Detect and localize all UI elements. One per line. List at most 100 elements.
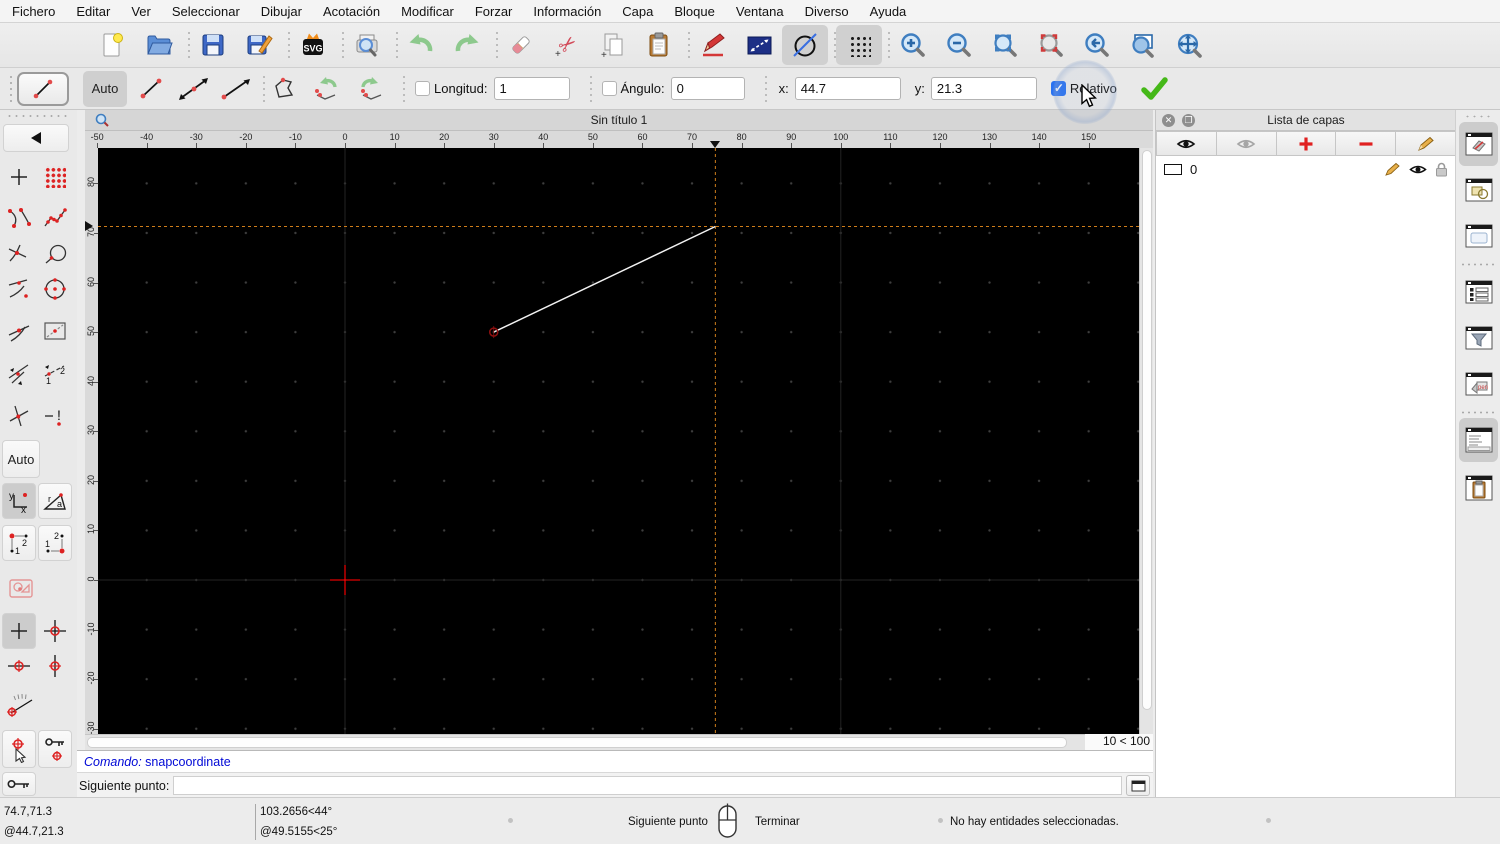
menu-item-diverso[interactable]: Diverso <box>805 4 849 19</box>
zoom-previous-button[interactable] <box>1074 25 1120 65</box>
add-layer-button[interactable] <box>1276 131 1337 156</box>
back-button[interactable] <box>3 124 69 152</box>
line-attributes-button[interactable] <box>736 25 782 65</box>
longitud-input[interactable] <box>493 77 570 100</box>
horizontal-scrollbar[interactable] <box>85 734 1139 750</box>
polyline-redo-button[interactable] <box>349 71 391 107</box>
dock-clipboard-button[interactable] <box>1459 466 1498 510</box>
angulo-checkbox[interactable] <box>601 81 617 96</box>
line-angle-button[interactable] <box>173 71 215 107</box>
snap-restriction-box-button[interactable] <box>38 313 72 348</box>
dock-pen-palette-button[interactable]: pen <box>1459 362 1498 406</box>
print-preview-button[interactable] <box>344 25 390 65</box>
restrict-orthogonal-button[interactable] <box>38 613 72 649</box>
line-auto-button[interactable]: Auto <box>83 70 127 107</box>
remove-layer-button[interactable] <box>1336 131 1397 156</box>
toolbar-handle[interactable] <box>8 73 15 104</box>
paste-button[interactable] <box>636 25 682 65</box>
horizontal-scrollbar-thumb[interactable] <box>87 737 1067 748</box>
drawing-canvas[interactable] <box>98 148 1139 734</box>
menu-item-capa[interactable]: Capa <box>622 4 653 19</box>
document-tab-bar[interactable]: Sin título 1 <box>85 110 1153 131</box>
polygon-tool-button[interactable] <box>265 71 307 107</box>
dock-library-browser-button[interactable] <box>1459 214 1498 258</box>
menu-item-ayuda[interactable]: Ayuda <box>870 4 907 19</box>
corner-first-button[interactable]: 12 <box>2 525 36 561</box>
save-as-button[interactable] <box>236 25 282 65</box>
menu-item-forzar[interactable]: Forzar <box>475 4 513 19</box>
snap-grid-button[interactable] <box>38 160 72 194</box>
set-relative-zero-button[interactable] <box>2 730 36 768</box>
command-input[interactable] <box>173 776 1122 795</box>
dock-filter-button[interactable] <box>1459 316 1498 360</box>
current-tool-line-button[interactable] <box>17 71 69 106</box>
dock-layer-list-button[interactable] <box>1459 122 1498 166</box>
menu-item-modificar[interactable]: Modificar <box>401 4 454 19</box>
restrict-nothing-button[interactable] <box>2 613 36 649</box>
zoom-out-button[interactable] <box>936 25 982 65</box>
corner-second-button[interactable]: 12 <box>38 525 72 561</box>
snap-distance-button[interactable] <box>38 236 72 271</box>
edit-layer-button[interactable] <box>1396 131 1456 156</box>
command-detach-button[interactable] <box>1126 775 1150 796</box>
layer-edit-pencil-icon[interactable] <box>1385 162 1401 176</box>
zoom-auto-button[interactable] <box>982 25 1028 65</box>
y-input[interactable] <box>930 77 1037 100</box>
layer-lock-icon[interactable] <box>1435 162 1448 177</box>
vertical-scrollbar-thumb[interactable] <box>1142 150 1152 710</box>
lock-relative-zero-button[interactable] <box>38 730 72 768</box>
toolbar-handle[interactable] <box>1464 114 1492 119</box>
menu-item-ver[interactable]: Ver <box>131 4 151 19</box>
exclusive-snap-button[interactable]: ! <box>38 398 72 433</box>
snap-center-button[interactable] <box>38 271 72 306</box>
zoom-redraw-button[interactable] <box>1028 25 1074 65</box>
snap-on-entity-button[interactable] <box>38 200 72 235</box>
snap-endpoints-button[interactable] <box>2 200 36 235</box>
x-input[interactable] <box>794 77 901 100</box>
export-svg-button[interactable]: SVG <box>290 25 336 65</box>
line-horizontal-button[interactable] <box>215 71 257 107</box>
hide-all-layers-button[interactable] <box>1216 131 1277 156</box>
menu-item-ventana[interactable]: Ventana <box>736 4 784 19</box>
save-button[interactable] <box>190 25 236 65</box>
longitud-checkbox[interactable] <box>415 81 430 96</box>
undo-button[interactable] <box>398 25 444 65</box>
menu-item-bloque[interactable]: Bloque <box>674 4 714 19</box>
toolbar-handle[interactable] <box>6 113 71 119</box>
polyline-undo-button[interactable] <box>307 71 349 107</box>
snap-angle-button[interactable] <box>2 355 36 390</box>
snap-divide-button[interactable]: 12 <box>38 355 72 390</box>
restrict-vertical-button[interactable] <box>38 649 72 683</box>
new-document-button[interactable] <box>90 25 136 65</box>
open-file-button[interactable] <box>136 25 182 65</box>
restrict-horizontal-button[interactable] <box>2 649 36 683</box>
dock-command-widget-button[interactable] <box>1459 418 1498 462</box>
snap-free-button[interactable] <box>2 160 36 194</box>
ghost-shape-button[interactable] <box>2 568 40 608</box>
show-all-layers-button[interactable] <box>1156 131 1217 156</box>
layer-row[interactable]: 0 <box>1156 158 1456 180</box>
menu-item-seleccionar[interactable]: Seleccionar <box>172 4 240 19</box>
relative-zero-key-button[interactable] <box>2 772 36 796</box>
menu-item-acotacion[interactable]: Acotación <box>323 4 380 19</box>
copy-button[interactable]: + <box>590 25 636 65</box>
cut-button[interactable]: ✂ + <box>544 25 590 65</box>
protractor-button[interactable] <box>2 686 40 722</box>
delete-entities-button[interactable] <box>498 25 544 65</box>
menu-item-fichero[interactable]: Fichero <box>12 4 55 19</box>
menu-item-dibujar[interactable]: Dibujar <box>261 4 302 19</box>
layer-visible-eye-icon[interactable] <box>1409 163 1427 176</box>
coordinate-polar-button[interactable]: ra <box>38 483 72 519</box>
snap-auto-button[interactable]: Auto <box>2 440 40 478</box>
angulo-input[interactable] <box>670 77 745 100</box>
zoom-in-button[interactable] <box>890 25 936 65</box>
draft-mode-button[interactable] <box>782 25 828 65</box>
menu-item-editar[interactable]: Editar <box>76 4 110 19</box>
dock-entity-list-button[interactable] <box>1459 270 1498 314</box>
snap-tangent-button[interactable] <box>2 271 36 306</box>
grid-toggle-button[interactable] <box>836 25 882 65</box>
coordinate-cartesian-button[interactable]: yx <box>2 483 36 519</box>
zoom-window-button[interactable] <box>1120 25 1166 65</box>
line-two-points-button[interactable] <box>131 71 173 107</box>
zoom-pan-button[interactable] <box>1166 25 1212 65</box>
